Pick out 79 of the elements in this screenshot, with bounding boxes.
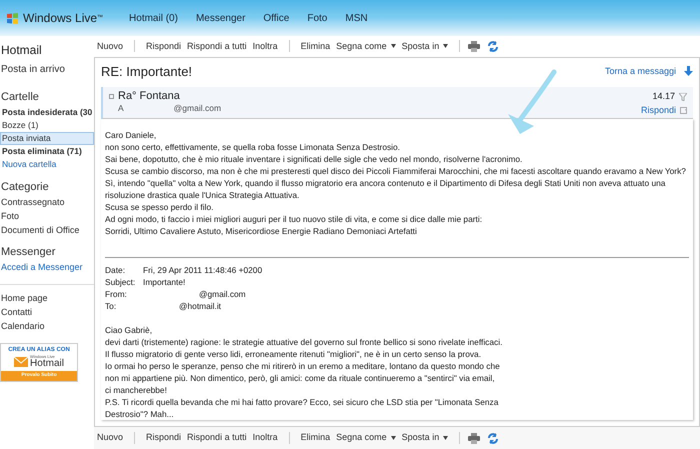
folder-item[interactable]: Posta eliminata (71) [0, 144, 94, 158]
sidebar-title: Hotmail [0, 42, 43, 59]
body-line: Scusa se cambio discorso, ma non è che mi presteresti quel disco dei Piccoli Fiammiferai Marocchini, che mi facesti ascoltare quando eravamo a New York? [105, 165, 687, 177]
back-to-messages-link[interactable]: Torna a messaggi [604, 64, 676, 78]
body-line: Sai bene, dopotutto, che è mio rituale inventare i significati delle sigle che vedo nel mondo, risolverne l'acronimo. [105, 153, 524, 165]
category-item[interactable]: Foto [0, 209, 94, 223]
envelope-icon [14, 357, 28, 367]
message-subject: RE: Importante! [101, 62, 192, 81]
toolbar-button[interactable]: Elimina [298, 431, 334, 445]
refresh-icon[interactable] [488, 432, 498, 444]
toolbar-button[interactable]: Rispondi [143, 431, 184, 445]
folder-item[interactable]: Posta inviata [0, 132, 94, 144]
nav-link[interactable]: Foto [307, 10, 328, 26]
brand-name[interactable]: Windows Live$^{™}$ [23, 9, 104, 27]
toolbar-button[interactable]: Segna come [333, 431, 399, 445]
nav-link[interactable]: Hotmail (0) [129, 10, 178, 26]
toolbar-button[interactable]: Sposta in [398, 431, 452, 445]
body-line: Il flusso migratorio di gente verso lidi, erroneamente ritenuti "migliori", ne è in un certo senso la prova. [105, 348, 482, 360]
body-line: Ciao Gabriè, [105, 324, 154, 336]
header-value: @hotmail.it [179, 300, 222, 312]
nav-link[interactable]: MSN [345, 10, 368, 26]
sidebar-link[interactable]: Home page [0, 291, 94, 305]
header-label: To: [105, 300, 118, 312]
sidebar-link[interactable]: Contatti [0, 305, 94, 319]
header-value: Fri, 29 Apr 2011 11:48:46 +0200 [143, 264, 262, 276]
toolbar-button[interactable]: Inoltra [250, 431, 281, 445]
ad-logo: Hotmail [30, 359, 64, 369]
body-line: non sono certo, effettivamente, se quella roba fosse Limonata Senza Destrosio. [105, 141, 402, 153]
body-line: devi darti (tristemente) ragione: le strategie attuative del governo sul fronte bellico si sono rivelate inefficaci. [105, 336, 504, 348]
header-value: @gmail.com [199, 288, 246, 300]
body-line: Sì, intendo "quella" volta a New York, quando il flusso migratorio era ancora contenuto e il Dipartimento di Difesa degli Stati Uniti non aveva attuato una [105, 177, 666, 189]
nav-link[interactable]: Messenger [196, 10, 246, 26]
header-label: Subject: [105, 276, 136, 288]
category-item[interactable]: Documenti di Office [0, 223, 94, 237]
reply-options-button[interactable] [680, 106, 687, 114]
messenger-link[interactable]: Accedi a Messenger [0, 260, 94, 274]
recipient-address: @gmail.com [174, 102, 222, 115]
new-folder-link[interactable]: Nuova cartella [0, 158, 94, 170]
windows-logo-icon [6, 12, 19, 24]
section-heading: Messenger [0, 245, 56, 260]
nav-link[interactable]: Office [263, 10, 290, 26]
body-line: P.S. Ti ricordi quella bevanda che mi hai fatto provare? Ecco, sei sicuro che LSD stia per "Limonata Senza [105, 396, 500, 408]
header-value: Importante! [143, 276, 186, 288]
toolbar-button[interactable]: Rispondi [143, 40, 184, 53]
print-icon[interactable] [468, 432, 480, 444]
toolbar-button[interactable]: Inoltra [250, 40, 281, 53]
body-line: Io ormai ho perso le speranze, penso che mi ritirerò in un eremo a meditare, lontano da questo mondo che [105, 360, 501, 372]
section-heading: Categorie [0, 180, 50, 194]
header-label: Date: [105, 264, 126, 276]
body-line: Sorridi, Ultimo Cavaliere Astuto, Misericordiose Energie Radiano Demoniaci Artefatti [105, 225, 418, 237]
toolbar-button[interactable]: Rispondi a tutti [184, 40, 250, 53]
sidebar-item[interactable]: Posta in arrivo [0, 62, 94, 77]
body-line: Scusa se spesso perdo il filo. [105, 201, 214, 213]
folder-item[interactable]: Posta indesiderata (30 [0, 106, 94, 118]
toolbar-button[interactable]: Elimina [298, 40, 334, 53]
body-line: Caro Daniele, [105, 129, 158, 141]
body-line: ci mancherebbe! [105, 384, 168, 396]
toolbar-button[interactable]: Rispondi a tutti [184, 431, 250, 445]
category-item[interactable]: Contrassegnato [0, 195, 94, 209]
sidebar-link[interactable]: Calendario [0, 319, 94, 333]
header-label: From: [105, 288, 128, 300]
body-line: Destrosio"? Mah... [105, 408, 175, 420]
body-line: risoluzione drastica quale l'Unica Strategia Attuativa. [105, 189, 300, 201]
refresh-icon[interactable] [488, 40, 498, 52]
toolbar-button[interactable]: Nuovo [94, 431, 126, 445]
folder-item[interactable]: Bozze (1) [0, 118, 94, 132]
reply-link[interactable]: Rispondi [640, 104, 676, 117]
toolbar-button[interactable]: Segna come [333, 40, 399, 53]
checkbox-icon[interactable] [109, 94, 114, 98]
body-line: Ad ogni modo, ti faccio i miei migliori auguri per il tuo nuovo stile di vita, e come si dice dalle mie parti: [105, 213, 484, 225]
toolbar-button[interactable]: Sposta in [398, 40, 452, 53]
sender-name: Ra° Fontana [118, 90, 180, 102]
download-arrow-icon[interactable] [684, 66, 693, 76]
section-heading: Cartelle [0, 90, 40, 105]
recipient-label: A [118, 102, 124, 115]
toolbar-button[interactable]: Nuovo [94, 40, 126, 53]
print-icon[interactable] [468, 40, 480, 52]
body-line: non mi appartiene più. Non dimentico, però, gli amici: come da rituale continueremo a "sentirci" via email, [105, 372, 496, 384]
message-time: 14.17 [652, 90, 675, 103]
